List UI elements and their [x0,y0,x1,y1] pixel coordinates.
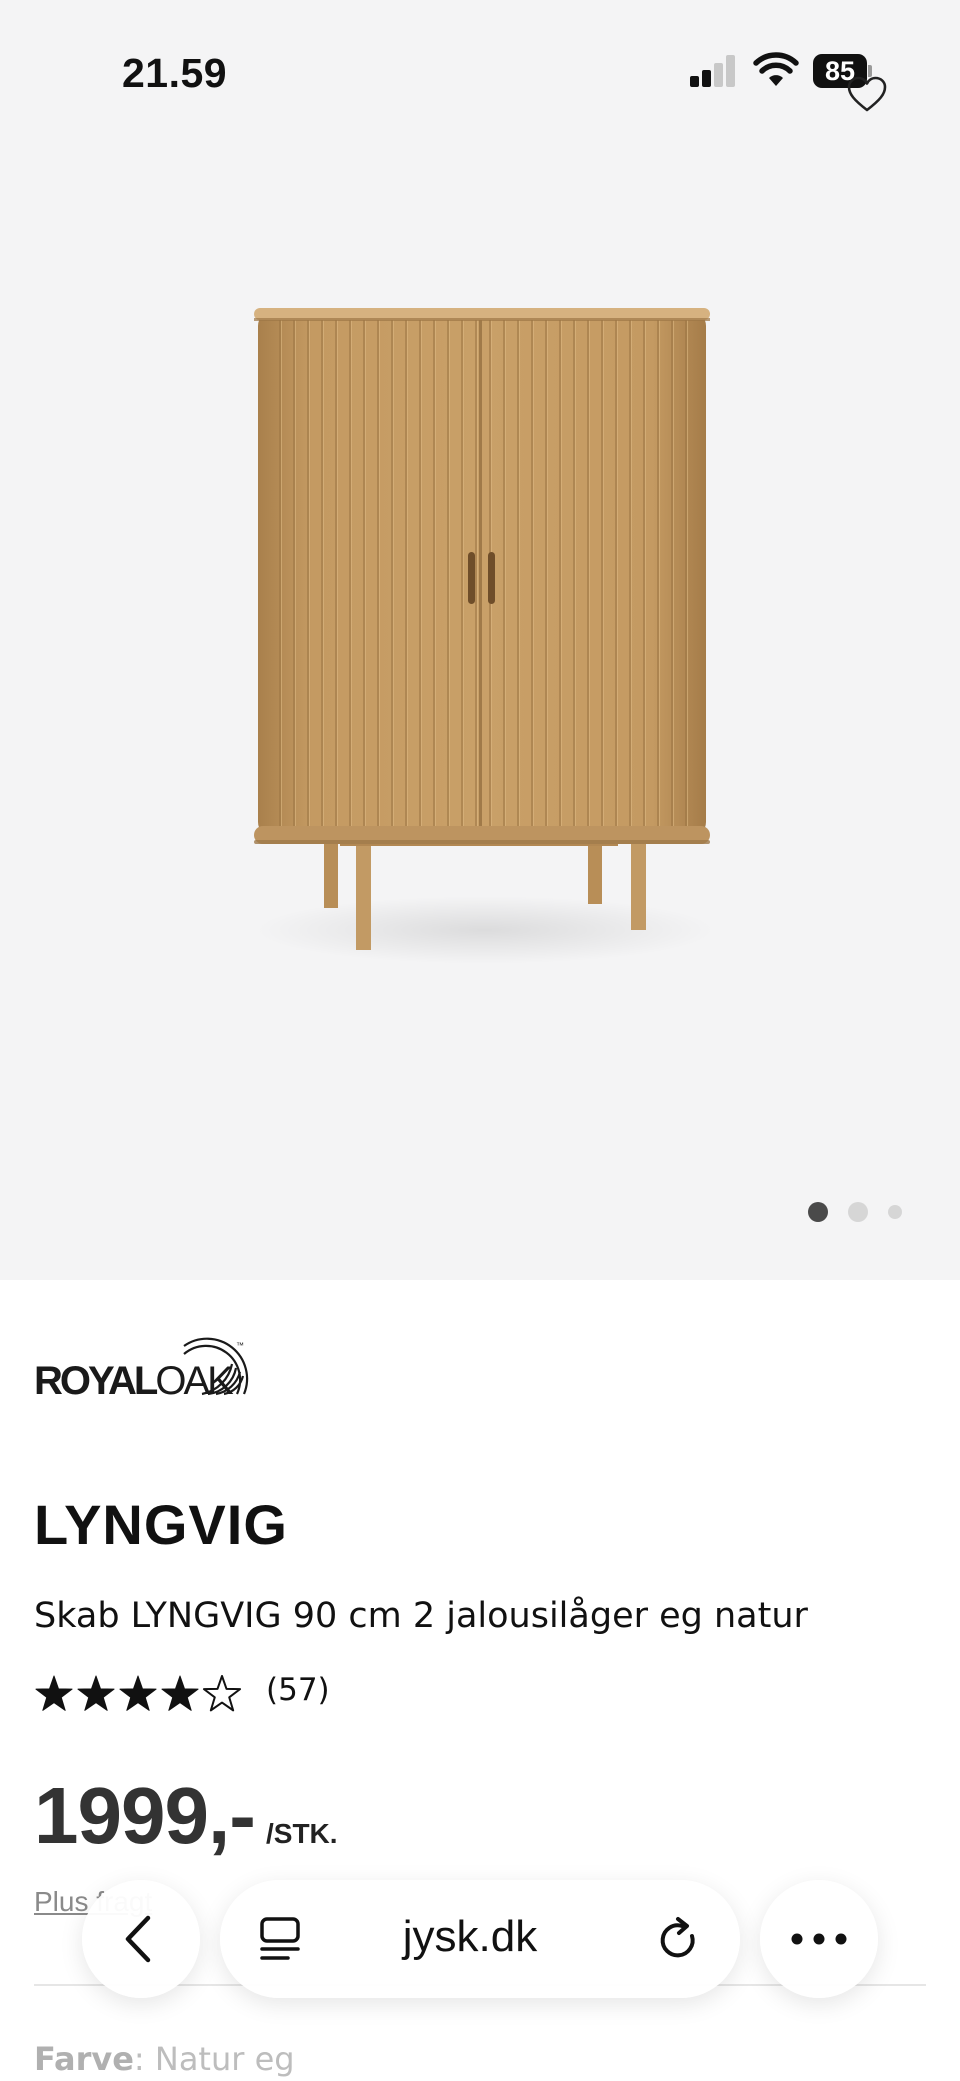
star-filled-icon [161,1675,199,1711]
brand-logo[interactable]: ROYALOAK ™ [34,1336,254,1400]
product-description: Skab LYNGVIG 90 cm 2 jalousilåger eg nat… [34,1596,808,1636]
rating-stars [35,1675,242,1712]
color-value: : Natur eg [133,2040,295,2078]
pagination-dot[interactable] [888,1205,902,1219]
reload-icon[interactable] [656,1916,702,1964]
pagination-dot-active[interactable] [808,1202,828,1222]
heart-outline-icon[interactable] [846,74,888,114]
product-price: 1999,- /STK. [34,1770,534,1860]
wifi-icon [753,52,799,86]
chevron-left-icon [125,1915,151,1963]
gallery-pagination[interactable] [806,1200,906,1224]
product-title: LYNGVIG [34,1493,288,1556]
pagination-dot[interactable] [848,1202,868,1222]
back-button[interactable] [82,1880,200,1998]
star-empty-icon [202,1675,242,1712]
more-button[interactable] [760,1880,878,1998]
review-count[interactable]: (57) [266,1672,330,1708]
address-bar[interactable]: jysk.dk [220,1880,740,1998]
star-filled-icon [35,1675,73,1711]
color-selector[interactable]: Farve: Natur eg [34,2040,295,2078]
product-rating[interactable]: (57) [34,1672,434,1720]
star-filled-icon [119,1675,157,1711]
color-label: Farve [34,2040,134,2078]
url-text[interactable]: jysk.dk [320,1912,620,1962]
tabs-list-icon[interactable] [258,1916,304,1962]
product-image[interactable] [240,290,720,990]
status-bar: 21.59 85 [0,0,960,140]
product-gallery[interactable]: 21.59 85 [0,0,960,1280]
more-dots-icon [791,1933,847,1945]
status-time: 21.59 [122,50,228,96]
star-filled-icon [77,1675,115,1711]
svg-text:™: ™ [236,1341,244,1350]
price-value: 1999,- [34,1771,256,1860]
price-unit: /STK. [266,1818,338,1849]
cellular-signal-icon [690,55,735,87]
